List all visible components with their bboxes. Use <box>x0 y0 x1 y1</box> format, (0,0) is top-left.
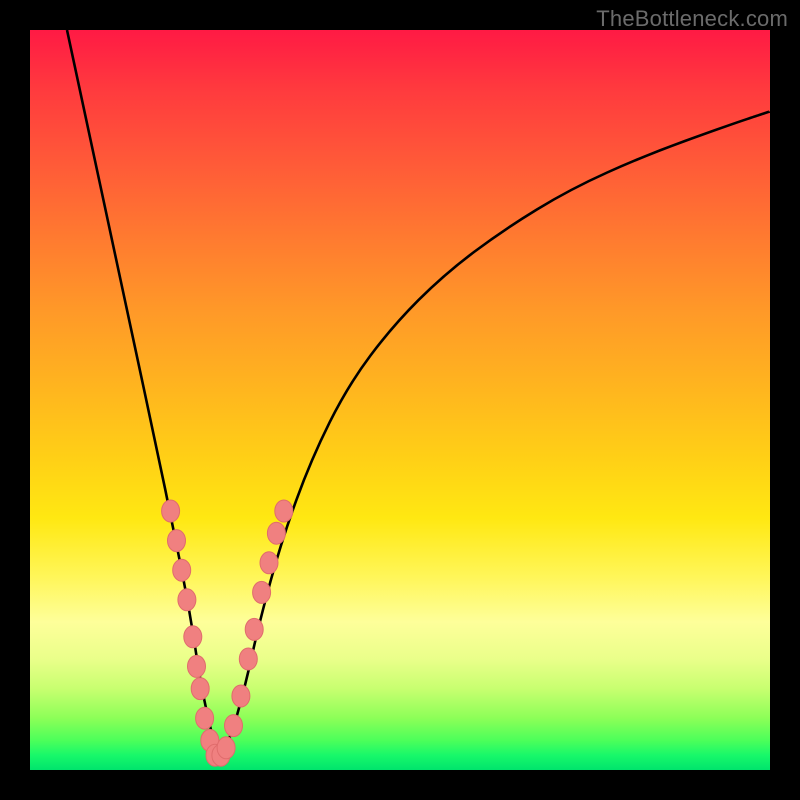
marker-dot <box>260 552 278 574</box>
bottleneck-curve <box>67 30 770 751</box>
marker-dot <box>173 559 191 581</box>
marker-dot <box>196 707 214 729</box>
marker-dot <box>245 618 263 640</box>
marker-dot <box>275 500 293 522</box>
watermark-text: TheBottleneck.com <box>596 6 788 32</box>
outer-frame: TheBottleneck.com <box>0 0 800 800</box>
marker-group <box>162 500 293 766</box>
marker-dot <box>232 685 250 707</box>
marker-dot <box>178 589 196 611</box>
marker-dot <box>168 530 186 552</box>
marker-dot <box>253 581 271 603</box>
marker-dot <box>188 655 206 677</box>
marker-dot <box>162 500 180 522</box>
plot-area <box>30 30 770 770</box>
marker-dot <box>184 626 202 648</box>
marker-dot <box>225 715 243 737</box>
chart-svg <box>30 30 770 770</box>
marker-dot <box>267 522 285 544</box>
marker-dot <box>217 737 235 759</box>
marker-dot <box>239 648 257 670</box>
marker-dot <box>191 678 209 700</box>
